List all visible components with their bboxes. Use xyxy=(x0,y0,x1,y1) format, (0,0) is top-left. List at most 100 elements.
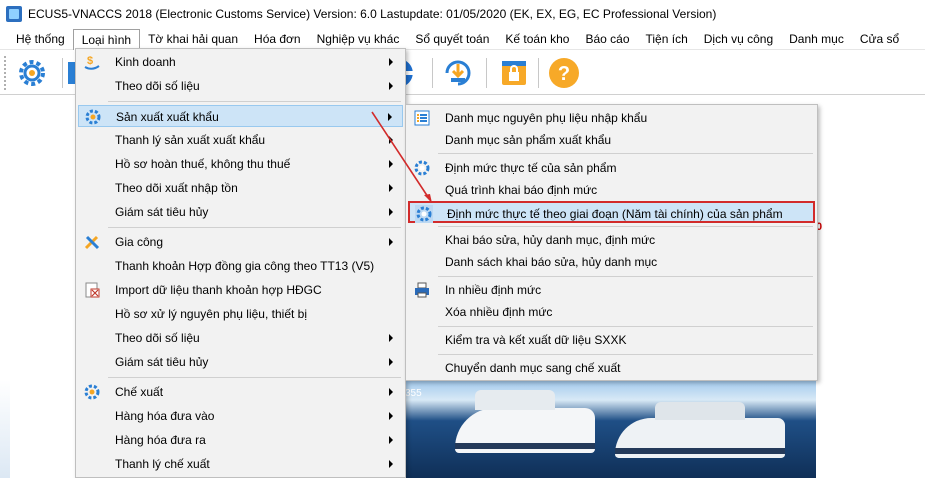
menu-item-dinh-muc-theo-giai-doan[interactable]: Định mức thực tế theo giai đoạn (Năm tài… xyxy=(408,201,815,223)
san-xuat-xuat-khau-submenu: Danh mục nguyên phụ liệu nhập khẩu Danh … xyxy=(405,104,818,381)
menu-he-thong[interactable]: Hệ thống xyxy=(8,29,73,49)
left-panel-strip xyxy=(0,380,10,478)
menu-item-thanh-ly-sxxk[interactable]: Thanh lý sản xuất xuất khẩu xyxy=(78,129,403,151)
menu-item-label: Hàng hóa đưa ra xyxy=(115,433,206,447)
gear-icon xyxy=(413,159,431,177)
menu-item-ho-so-xu-ly-npl[interactable]: Hồ sơ xử lý nguyên phụ liệu, thiết bị xyxy=(78,303,403,325)
ship-hull-stripe xyxy=(455,443,595,449)
submenu-arrow-icon xyxy=(389,58,393,66)
menu-item-in-nhieu-dinh-muc[interactable]: In nhiều định mức xyxy=(408,279,815,301)
menu-item-giam-sat-tieu-huy-gc[interactable]: Giám sát tiêu hủy xyxy=(78,351,403,373)
menu-item-label: Xóa nhiều định mức xyxy=(445,305,553,319)
import-excel-icon xyxy=(83,281,101,299)
menu-item-label: Chế xuất xyxy=(115,385,164,399)
menu-item-label: Hàng hóa đưa vào xyxy=(115,409,215,423)
menu-item-theo-doi-xnt[interactable]: Theo dõi xuất nhập tồn xyxy=(78,177,403,199)
menu-dich-vu-cong[interactable]: Dịch vụ công xyxy=(696,29,781,49)
menu-item-label: Định mức thực tế của sản phẩm xyxy=(445,161,617,175)
submenu-arrow-icon xyxy=(389,436,393,444)
menu-item-label: Gia công xyxy=(115,235,164,249)
menu-item-label: Giám sát tiêu hủy xyxy=(115,355,209,369)
gear-icon[interactable] xyxy=(14,56,50,90)
menu-item-theo-doi-so-lieu-gc[interactable]: Theo dõi số liệu xyxy=(78,327,403,349)
menu-item-san-xuat-xuat-khau[interactable]: Sản xuất xuất khẩu xyxy=(78,105,403,127)
menu-item-qua-trinh-khai-bao-dinh-muc[interactable]: Quá trình khai báo định mức xyxy=(408,179,815,201)
menu-item-label: Thanh lý sản xuất xuất khẩu xyxy=(115,133,266,147)
menu-tien-ich[interactable]: Tiện ích xyxy=(638,29,696,49)
submenu-arrow-icon xyxy=(389,208,393,216)
menu-hoa-don[interactable]: Hóa đơn xyxy=(246,29,309,49)
menu-item-kinh-doanh[interactable]: $ Kinh doanh xyxy=(78,51,403,73)
menu-item-label: Danh mục nguyên phụ liệu nhập khẩu xyxy=(445,111,648,125)
menu-item-label: Theo dõi số liệu xyxy=(115,79,200,93)
menu-separator xyxy=(438,326,813,327)
menu-item-kiem-tra-ket-xuat-sxxk[interactable]: Kiểm tra và kết xuất dữ liệu SXXK xyxy=(408,329,815,351)
menu-danh-muc[interactable]: Danh mục xyxy=(781,29,852,49)
banner-text-number: 355 xyxy=(405,388,422,399)
submenu-arrow-icon xyxy=(389,460,393,468)
menu-item-gia-cong[interactable]: Gia công xyxy=(78,231,403,253)
toolbar-grip[interactable] xyxy=(4,56,7,90)
svg-text:$: $ xyxy=(87,55,93,67)
menu-so-quyet-toan[interactable]: Sổ quyết toán xyxy=(407,29,497,49)
menu-item-danh-muc-sp-xuat-khau[interactable]: Danh mục sản phẩm xuất khẩu xyxy=(408,129,815,151)
menu-to-khai-hai-quan[interactable]: Tờ khai hải quan xyxy=(140,29,246,49)
globe-icon[interactable] xyxy=(404,56,434,90)
menu-item-label: Hồ sơ hoàn thuế, không thu thuế xyxy=(115,157,291,171)
menu-item-hang-hoa-dua-ra[interactable]: Hàng hóa đưa ra xyxy=(78,429,403,451)
menu-item-label: Theo dõi số liệu xyxy=(115,331,200,345)
loai-hinh-dropdown: $ Kinh doanh Theo dõi số liệu Sản xuất x… xyxy=(75,48,406,478)
menu-item-label: Quá trình khai báo định mức xyxy=(445,183,598,197)
toolbar-separator xyxy=(538,58,539,88)
gear-icon xyxy=(83,383,101,401)
menu-item-hang-hoa-dua-vao[interactable]: Hàng hóa đưa vào xyxy=(78,405,403,427)
menu-separator xyxy=(438,153,813,154)
submenu-arrow-icon xyxy=(389,160,393,168)
menu-separator xyxy=(438,226,813,227)
menu-item-thanh-khoan-hdgc-tt13[interactable]: Thanh khoản Hợp đồng gia công theo TT13 … xyxy=(78,255,403,277)
help-icon[interactable]: ? xyxy=(546,56,582,90)
window-title: ECUS5-VNACCS 2018 (Electronic Customs Se… xyxy=(28,7,717,21)
toolbar-separator xyxy=(62,58,63,88)
menu-item-label: Chuyển danh mục sang chế xuất xyxy=(445,361,621,375)
submenu-arrow-icon xyxy=(389,136,393,144)
submenu-arrow-icon xyxy=(389,184,393,192)
submenu-arrow-icon xyxy=(389,358,393,366)
menu-item-danh-sach-khai-bao-sua-huy[interactable]: Danh sách khai báo sửa, hủy danh mục xyxy=(408,251,815,273)
menu-separator xyxy=(108,227,401,228)
menu-item-khai-bao-sua-huy[interactable]: Khai báo sửa, hủy danh mục, định mức xyxy=(408,229,815,251)
submenu-arrow-icon xyxy=(389,334,393,342)
menu-item-label: Khai báo sửa, hủy danh mục, định mức xyxy=(445,233,656,247)
dollar-hand-icon: $ xyxy=(83,53,101,71)
menu-item-thanh-ly-che-xuat[interactable]: Thanh lý chế xuất xyxy=(78,453,403,475)
menu-item-giam-sat-tieu-huy[interactable]: Giám sát tiêu hủy xyxy=(78,201,403,223)
menu-bao-cao[interactable]: Báo cáo xyxy=(577,29,637,49)
menu-item-label: Thanh lý chế xuất xyxy=(115,457,210,471)
menu-item-dinh-muc-thuc-te[interactable]: Định mức thực tế của sản phẩm xyxy=(408,157,815,179)
menu-separator xyxy=(108,101,401,102)
gear-icon xyxy=(415,205,433,223)
menu-item-chuyen-danh-muc-che-xuat[interactable]: Chuyển danh mục sang chế xuất xyxy=(408,357,815,379)
menu-ke-toan-kho[interactable]: Kế toán kho xyxy=(497,29,577,49)
menu-item-theo-doi-so-lieu[interactable]: Theo dõi số liệu xyxy=(78,75,403,97)
menu-separator xyxy=(438,276,813,277)
menu-item-import-thanh-khoan-hdgc[interactable]: Import dữ liệu thanh khoản hợp HĐGC xyxy=(78,279,403,301)
menu-separator xyxy=(108,377,401,378)
menu-item-ho-so-hoan-thue[interactable]: Hồ sơ hoàn thuế, không thu thuế xyxy=(78,153,403,175)
menu-item-label: Danh sách khai báo sửa, hủy danh mục xyxy=(445,255,658,269)
menu-cua-so[interactable]: Cửa sổ xyxy=(852,29,907,49)
lock-icon[interactable] xyxy=(496,56,532,90)
gear-icon xyxy=(84,108,102,126)
menu-bar: Hệ thống Loại hình Tờ khai hải quan Hóa … xyxy=(0,28,925,51)
menu-item-label: Theo dõi xuất nhập tồn xyxy=(115,181,238,195)
menu-nghiep-vu-khac[interactable]: Nghiệp vụ khác xyxy=(309,29,408,49)
menu-item-xoa-nhieu-dinh-muc[interactable]: Xóa nhiều định mức xyxy=(408,301,815,323)
menu-item-label: Kinh doanh xyxy=(115,55,176,69)
menu-item-danh-muc-npl-nhap-khau[interactable]: Danh mục nguyên phụ liệu nhập khẩu xyxy=(408,107,815,129)
menu-item-che-xuat[interactable]: Chế xuất xyxy=(78,381,403,403)
printer-icon xyxy=(413,281,431,299)
menu-item-label: Import dữ liệu thanh khoản hợp HĐGC xyxy=(115,283,322,297)
toolbar-separator xyxy=(432,58,433,88)
download-icon[interactable] xyxy=(440,56,476,90)
menu-item-label: Thanh khoản Hợp đồng gia công theo TT13 … xyxy=(115,259,375,273)
